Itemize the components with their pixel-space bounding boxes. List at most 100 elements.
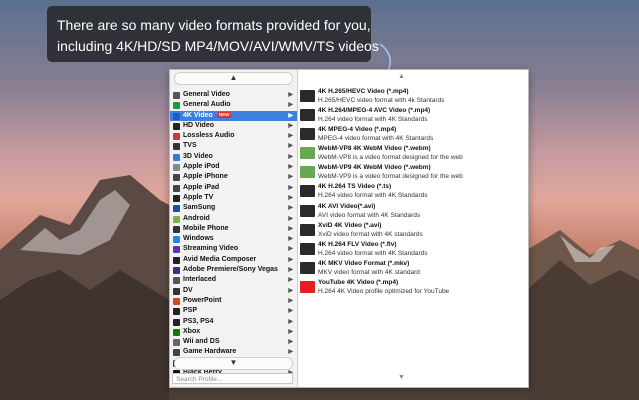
chevron-right-icon: ▶ — [288, 194, 293, 201]
format-item[interactable]: WebM-VP8 4K WebM Video (*.webm) WebM-VP8 … — [298, 144, 528, 163]
chevron-right-icon: ▶ — [288, 236, 293, 243]
chevron-up-icon: ▲ — [229, 73, 238, 82]
xbox-icon — [173, 328, 180, 336]
format-item[interactable]: 4K H.264 FLV Video (*.flv) H.264 video fo… — [298, 240, 528, 259]
category-item[interactable]: Apple TV ▶ — [170, 193, 297, 203]
chevron-right-icon: ▶ — [288, 143, 293, 150]
category-item[interactable]: 3D Video ▶ — [170, 152, 297, 162]
category-label: Apple TV — [183, 193, 214, 201]
category-label: Lossless Audio — [183, 132, 235, 140]
category-item[interactable]: Adobe Premiere/Sony Vegas ▶ — [170, 265, 297, 275]
category-item[interactable]: Windows ▶ — [170, 234, 297, 244]
format-scroll-up-icon[interactable]: ▲ — [398, 73, 405, 80]
4k-icon — [173, 112, 180, 120]
category-item[interactable]: SamSung ▶ — [170, 203, 297, 213]
category-label: Adobe Premiere/Sony Vegas — [183, 266, 278, 274]
category-item[interactable]: Lossless Audio ▶ — [170, 131, 297, 141]
interlaced-icon — [173, 277, 180, 285]
profile-picker-panel: ▲ General Video ▶ General Audio ▶ 4K Video NE… — [169, 69, 529, 388]
category-item[interactable]: Streaming Video ▶ — [170, 244, 297, 254]
format-item[interactable]: 4K MKV Video Format (*.mkv) MKV video for… — [298, 259, 528, 278]
chevron-right-icon: ▶ — [288, 287, 293, 294]
wii-icon — [173, 339, 180, 347]
category-label: Windows — [183, 235, 214, 243]
format-scroll-down-icon[interactable]: ▼ — [398, 374, 405, 381]
format-title: XviD 4K Video (*.avi) — [318, 221, 382, 229]
category-item[interactable]: PowerPoint ▶ — [170, 296, 297, 306]
format-title: 4K AVI Video(*.avi) — [318, 202, 376, 210]
category-item[interactable]: PSP ▶ — [170, 306, 297, 316]
format-item[interactable]: 4K MPEG-4 Video (*.mp4) MPEG-4 video form… — [298, 125, 528, 144]
format-title: 4K MKV Video Format (*.mkv) — [318, 259, 410, 267]
category-item[interactable]: General Video ▶ — [170, 90, 297, 100]
category-item[interactable]: 4K Video NEW ▶ — [170, 110, 297, 121]
chevron-right-icon: ▶ — [288, 205, 293, 212]
category-item[interactable]: Apple iPhone ▶ — [170, 172, 297, 182]
format-description: AVI video format with 4K Standards — [318, 211, 421, 219]
chevron-right-icon: ▶ — [288, 184, 293, 191]
category-label: TVS — [183, 142, 197, 150]
format-title: WebM-VP8 4K WebM Video (*.webm) — [318, 145, 431, 153]
category-item[interactable]: Xbox ▶ — [170, 327, 297, 337]
format-item[interactable]: 4K H.264 TS Video (*.ts) H.264 video form… — [298, 182, 528, 201]
format-item[interactable]: XviD 4K Video (*.avi) XviD video format w… — [298, 221, 528, 240]
category-item[interactable]: TVS ▶ — [170, 141, 297, 151]
format-item[interactable]: YouTube 4K Video (*.mp4) H.264 4K Video p… — [298, 278, 528, 297]
category-item[interactable]: Apple iPod ▶ — [170, 162, 297, 172]
category-item[interactable]: Interlaced ▶ — [170, 275, 297, 285]
hd-icon — [173, 122, 180, 130]
category-scroll-up-button[interactable]: ▲ — [174, 72, 293, 85]
category-label: SamSung — [183, 204, 216, 212]
category-item[interactable]: General Audio ▶ — [170, 100, 297, 110]
tv-icon — [173, 143, 180, 151]
chevron-right-icon: ▶ — [288, 339, 293, 346]
category-label: PSP — [183, 307, 198, 315]
chevron-right-icon: ▶ — [288, 122, 293, 129]
category-label: Apple iPhone — [183, 173, 228, 181]
category-scroll-down-button[interactable]: ▼ — [174, 357, 293, 370]
format-item[interactable]: WebM-VP9 4K WebM Video (*.webm) WebM-VP9 … — [298, 163, 528, 182]
category-list: General Video ▶ General Audio ▶ 4K Video NEW ▶… — [170, 90, 297, 378]
callout-line-1: There are so many video formats provided… — [57, 17, 371, 33]
category-item[interactable]: DV ▶ — [170, 286, 297, 296]
format-title: 4K H.264 TS Video (*.ts) — [318, 183, 392, 191]
playstation-icon — [173, 318, 180, 326]
format-item[interactable]: 4K AVI Video(*.avi) AVI video format with… — [298, 202, 528, 221]
powerpoint-icon — [173, 297, 180, 305]
category-item[interactable]: PS3, PS4 ▶ — [170, 317, 297, 327]
format-title: YouTube 4K Video (*.mp4) — [318, 278, 399, 286]
phone-icon — [173, 225, 180, 233]
video-thumb-icon — [300, 128, 315, 141]
category-item[interactable]: Android ▶ — [170, 214, 297, 224]
category-sidebar: ▲ General Video ▶ General Audio ▶ 4K Video NE… — [170, 70, 298, 387]
category-label: Game Hardware — [183, 348, 237, 356]
chevron-down-icon: ▼ — [229, 358, 238, 367]
windows-icon — [173, 236, 180, 244]
category-item[interactable]: Avid Media Composer ▶ — [170, 255, 297, 265]
category-item[interactable]: Mobile Phone ▶ — [170, 224, 297, 234]
chevron-right-icon: ▶ — [288, 267, 293, 274]
chevron-right-icon: ▶ — [288, 112, 293, 119]
psp-icon — [173, 308, 180, 316]
format-list: 4K H.265/HEVC Video (*.mp4) H.265/HEVC vi… — [298, 87, 528, 297]
category-item[interactable]: HD Video ▶ — [170, 121, 297, 131]
format-description: H.265/HEVC video format with 4k Stantard… — [318, 97, 445, 104]
search-profile-input[interactable]: Search Profile... — [172, 373, 293, 384]
ipad-icon — [173, 184, 180, 192]
chevron-right-icon: ▶ — [288, 256, 293, 263]
format-item[interactable]: 4K H.264/MPEG-4 AVC Video (*.mp4) H.264 v… — [298, 106, 528, 125]
format-item[interactable]: 4K H.265/HEVC Video (*.mp4) H.265/HEVC vi… — [298, 87, 528, 106]
format-description: H.264 4K Video profile optimized for You… — [318, 287, 450, 295]
premiere-icon — [173, 267, 180, 275]
format-description: XviD video format with 4K standards — [318, 230, 423, 238]
category-item[interactable]: Apple iPad ▶ — [170, 183, 297, 193]
chevron-right-icon: ▶ — [288, 246, 293, 253]
format-title: WebM-VP9 4K WebM Video (*.webm) — [318, 164, 431, 172]
chevron-right-icon: ▶ — [288, 328, 293, 335]
category-label: PS3, PS4 — [183, 317, 214, 325]
category-item[interactable]: Wii and DS ▶ — [170, 337, 297, 347]
format-title: 4K MPEG-4 Video (*.mp4) — [318, 126, 397, 134]
format-title: 4K H.265/HEVC Video (*.mp4) — [318, 88, 409, 95]
category-label: Android — [183, 214, 210, 222]
chevron-right-icon: ▶ — [288, 153, 293, 160]
